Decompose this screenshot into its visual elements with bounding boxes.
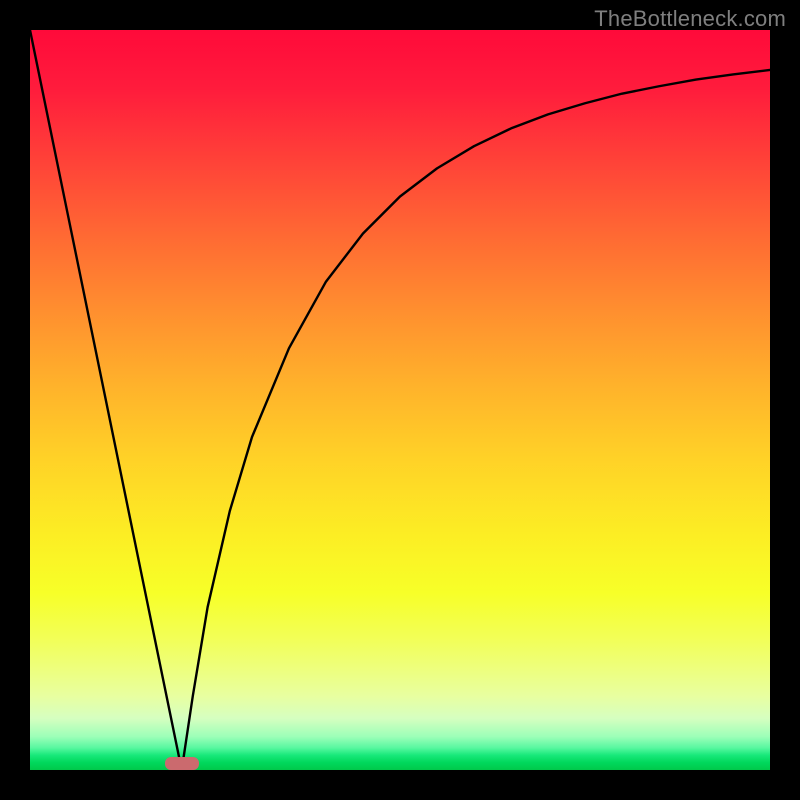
optimal-marker <box>165 757 199 770</box>
curve-right-branch <box>182 70 770 770</box>
watermark-text: TheBottleneck.com <box>594 6 786 32</box>
plot-area <box>30 30 770 770</box>
chart-frame: TheBottleneck.com <box>0 0 800 800</box>
bottleneck-curve <box>30 30 770 770</box>
curve-left-branch <box>30 30 182 770</box>
